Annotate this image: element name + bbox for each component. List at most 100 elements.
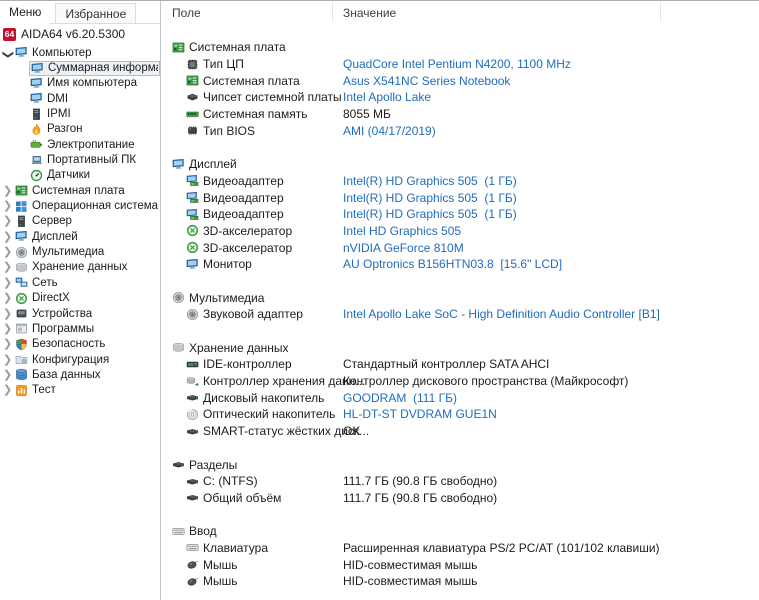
motherboard-icon	[186, 74, 199, 87]
tab-menu[interactable]: Меню	[0, 1, 50, 23]
chevron-right-icon[interactable]: ❯	[3, 186, 15, 196]
section-header[interactable]: Ввод	[162, 523, 759, 540]
tree-item[interactable]: ❯Сеть	[0, 275, 160, 290]
hdd-icon	[186, 425, 199, 438]
config-icon	[15, 353, 28, 366]
tree-selection: Суммарная информация	[29, 61, 160, 76]
tree-item[interactable]: ❯Компьютер	[0, 45, 160, 60]
info-row[interactable]: Тип BIOSAMI (04/17/2019)	[162, 122, 759, 139]
tree-item[interactable]: ❯Безопасность	[0, 337, 160, 352]
storage-icon	[15, 261, 28, 274]
info-row[interactable]: МышьHID-совместимая мышь	[162, 556, 759, 573]
info-row[interactable]: МониторAU Optronics B156HTN03.8 [15.6" L…	[162, 256, 759, 273]
column-header-field[interactable]: Поле	[172, 6, 201, 20]
info-row[interactable]: ВидеоадаптерIntel(R) HD Graphics 505 (1 …	[162, 173, 759, 190]
chevron-right-icon[interactable]: ❯	[3, 339, 15, 349]
tree-item[interactable]: Имя компьютера	[0, 76, 160, 91]
chevron-right-icon[interactable]: ❯	[3, 262, 15, 272]
info-row[interactable]: МышьHID-совместимая мышь	[162, 573, 759, 590]
row-value[interactable]: Intel Apollo Lake SoC - High Definition …	[343, 306, 660, 323]
mouse-icon	[186, 558, 199, 571]
tree-item[interactable]: DMI	[0, 91, 160, 106]
tree-item[interactable]: ❯Системная плата	[0, 183, 160, 198]
tree-item-label: База данных	[32, 369, 101, 381]
section-header[interactable]: Дисплей	[162, 156, 759, 173]
tree-item-label: Мультимедиа	[32, 246, 104, 258]
tree-item[interactable]: ❯ Дисплей	[0, 229, 160, 244]
chevron-right-icon[interactable]: ❯	[3, 201, 15, 211]
row-value[interactable]: Asus X541NC Series Notebook	[343, 72, 510, 89]
section-header[interactable]: Разделы	[162, 456, 759, 473]
tree-item-label: Дисплей	[32, 231, 78, 243]
tree-item[interactable]: ❯Операционная система	[0, 198, 160, 213]
info-row[interactable]: 3D-акселераторIntel HD Graphics 505	[162, 223, 759, 240]
tab-favorites[interactable]: Избранное	[55, 3, 136, 23]
tree-item[interactable]: ❯Хранение данных	[0, 260, 160, 275]
tree-item[interactable]: Электропитание	[0, 137, 160, 152]
row-value[interactable]: Intel HD Graphics 505	[343, 223, 461, 240]
info-row[interactable]: 3D-акселераторnVIDIA GeForce 810M	[162, 239, 759, 256]
row-value[interactable]: nVIDIA GeForce 810M	[343, 239, 464, 256]
tree-item[interactable]: Датчики	[0, 168, 160, 183]
column-divider[interactable]	[660, 2, 661, 22]
tree-item[interactable]: ❯ Программы	[0, 321, 160, 336]
chevron-right-icon[interactable]: ❯	[3, 216, 15, 226]
tree-item[interactable]: ❯Сервер	[0, 214, 160, 229]
tree-item[interactable]: Портативный ПК	[0, 152, 160, 167]
info-row[interactable]: Контроллер хранения данн...Контроллер ди…	[162, 373, 759, 390]
info-row[interactable]: SMART-статус жёстких диск...OK	[162, 423, 759, 440]
section-header[interactable]: Хранение данных	[162, 339, 759, 356]
chevron-right-icon[interactable]: ❯	[3, 309, 15, 319]
tree-item-label: Программы	[32, 323, 94, 335]
info-row[interactable]: ВидеоадаптерIntel(R) HD Graphics 505 (1 …	[162, 206, 759, 223]
tree-item[interactable]: Суммарная информация	[0, 60, 160, 75]
chevron-right-icon[interactable]: ❯	[3, 324, 15, 334]
info-row[interactable]: IDE-контроллерСтандартный контроллер SAT…	[162, 356, 759, 373]
chevron-down-icon[interactable]: ❯	[3, 50, 13, 62]
tree-item[interactable]: Разгон	[0, 122, 160, 137]
row-value[interactable]: Intel(R) HD Graphics 505 (1 ГБ)	[343, 189, 517, 206]
row-value[interactable]: HL-DT-ST DVDRAM GUE1N	[343, 406, 497, 423]
tree-item[interactable]: IPMI	[0, 106, 160, 121]
chevron-right-icon[interactable]: ❯	[3, 370, 15, 380]
info-row[interactable]: ВидеоадаптерIntel(R) HD Graphics 505 (1 …	[162, 189, 759, 206]
row-label: IDE-контроллер	[203, 357, 292, 371]
info-row[interactable]: C: (NTFS)111.7 ГБ (90.8 ГБ свободно)	[162, 473, 759, 490]
row-value[interactable]: QuadCore Intel Pentium N4200, 1100 MHz	[343, 56, 571, 73]
row-value[interactable]: GOODRAM (111 ГБ)	[343, 389, 457, 406]
row-label-cell: Оптический накопитель	[186, 406, 335, 423]
info-row[interactable]: Звуковой адаптерIntel Apollo Lake SoC - …	[162, 306, 759, 323]
info-row[interactable]: Оптический накопитель HL-DT-ST DVDRAM GUE…	[162, 406, 759, 423]
info-row[interactable]: Общий объём111.7 ГБ (90.8 ГБ свободно)	[162, 490, 759, 507]
section-header[interactable]: Мультимедиа	[162, 289, 759, 306]
row-label: Клавиатура	[203, 541, 268, 555]
tree-item[interactable]: ❯Конфигурация	[0, 352, 160, 367]
row-value[interactable]: AMI (04/17/2019)	[343, 122, 436, 139]
tree-item[interactable]: ❯ Мультимедиа	[0, 244, 160, 259]
tree-item[interactable]: ❯DirectX	[0, 291, 160, 306]
chevron-right-icon[interactable]: ❯	[3, 232, 15, 242]
chevron-right-icon[interactable]: ❯	[3, 293, 15, 303]
row-value[interactable]: Intel Apollo Lake	[343, 89, 431, 106]
directx-icon	[15, 292, 28, 305]
row-value[interactable]: Intel(R) HD Graphics 505 (1 ГБ)	[343, 173, 517, 190]
chevron-right-icon[interactable]: ❯	[3, 278, 15, 288]
row-value[interactable]: AU Optronics B156HTN03.8 [15.6" LCD]	[343, 256, 562, 273]
row-value[interactable]: Intel(R) HD Graphics 505 (1 ГБ)	[343, 206, 517, 223]
row-label-cell: Клавиатура	[186, 540, 268, 557]
info-row[interactable]: КлавиатураРасширенная клавиатура PS/2 PC…	[162, 540, 759, 557]
column-divider[interactable]	[332, 2, 333, 22]
info-row[interactable]: Тип ЦПQuadCore Intel Pentium N4200, 1100…	[162, 56, 759, 73]
tree-item[interactable]: ❯ База данных	[0, 367, 160, 382]
section-header[interactable]: Системная плата	[162, 39, 759, 56]
info-row[interactable]: Системная платаAsus X541NC Series Notebo…	[162, 72, 759, 89]
column-header-value[interactable]: Значение	[343, 6, 396, 20]
info-row[interactable]: Чипсет системной платыIntel Apollo Lake	[162, 89, 759, 106]
tree-item[interactable]: ❯Устройства	[0, 306, 160, 321]
info-row[interactable]: Дисковый накопительGOODRAM (111 ГБ)	[162, 389, 759, 406]
tree-item[interactable]: ❯Тест	[0, 383, 160, 398]
info-row[interactable]: Системная память8055 МБ	[162, 106, 759, 123]
chevron-right-icon[interactable]: ❯	[3, 247, 15, 257]
chevron-right-icon[interactable]: ❯	[3, 385, 15, 395]
chevron-right-icon[interactable]: ❯	[3, 355, 15, 365]
